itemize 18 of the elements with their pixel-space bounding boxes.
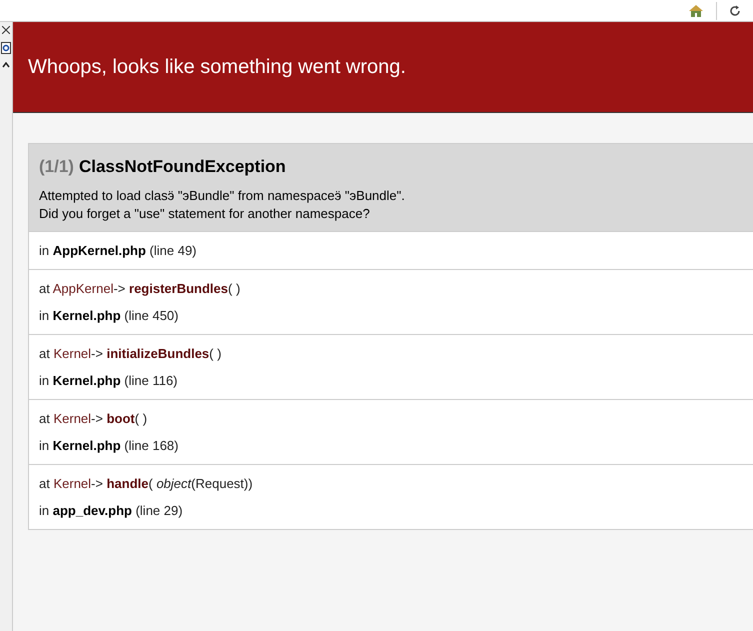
trace-location: in AppKernel.php (line 49) (39, 242, 198, 260)
exception-message: Attempted to load clasӭ "эBundle" from namespaceӭ "эBundle". (39, 186, 406, 204)
trace-location: in Kernel.php (line 116) (39, 372, 179, 390)
trace-call: at Kernel-> boot( ) (39, 410, 148, 428)
exception-count: (1/1) (39, 156, 74, 178)
refresh-icon[interactable] (729, 4, 741, 16)
trace-location: in app_dev.php (line 29) (39, 502, 184, 520)
home-icon[interactable] (688, 4, 704, 18)
caret-up-icon[interactable] (2, 62, 10, 68)
error-title: Whoops, looks like something went wrong. (28, 55, 406, 80)
exception-message: Did you forget a "use" statement for another namespace? (39, 204, 371, 222)
close-icon[interactable] (2, 26, 10, 34)
trace-call: at AppKernel-> registerBundles( ) (39, 280, 242, 298)
trace-call: at Kernel-> initializeBundles( ) (39, 345, 222, 363)
trace-location: in Kernel.php (line 168) (39, 436, 180, 455)
trace-location: in Kernel.php (line 450) (39, 306, 180, 325)
exception-name: ClassNotFoundException (78, 156, 286, 178)
trace-call: at Kernel-> handle( object(Request)) (39, 475, 254, 493)
